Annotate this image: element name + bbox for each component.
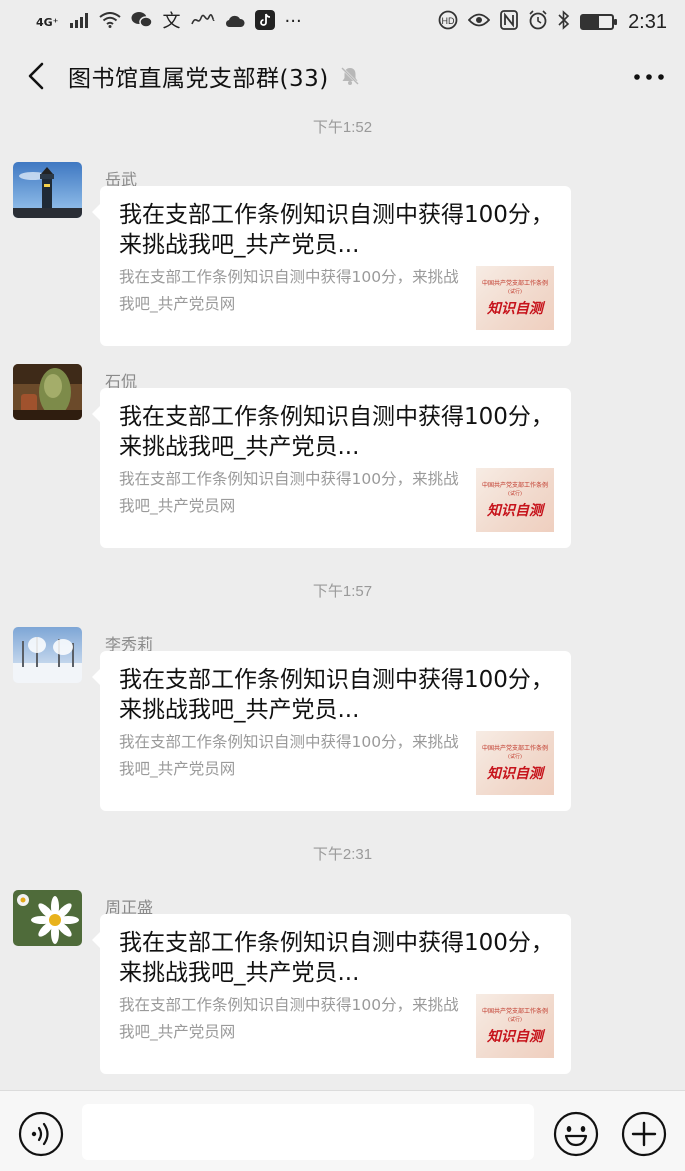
more-icon <box>634 74 664 80</box>
message-item: 周正盛 我在支部工作条例知识自测中获得100分，来挑战我吧_共产党员... 我在… <box>0 890 685 1080</box>
thumb-sub: (试行) <box>508 491 522 497</box>
thumb-heading: 中国共产党支部工作条例 <box>481 482 548 489</box>
plus-icon <box>621 1111 667 1157</box>
thumb-sub: (试行) <box>508 754 522 760</box>
link-thumbnail: 中国共产党支部工作条例 (试行) 知识自测 <box>476 266 554 330</box>
thumb-heading: 中国共产党支部工作条例 <box>481 280 548 287</box>
thumb-title: 知识自测 <box>487 301 543 317</box>
link-thumbnail: 中国共产党支部工作条例 (试行) 知识自测 <box>476 994 554 1058</box>
link-description: 我在支部工作条例知识自测中获得100分，来挑战我吧_共产党员网 <box>119 470 459 515</box>
svg-text:HD: HD <box>442 16 455 26</box>
more-button[interactable] <box>633 58 665 86</box>
thumb-title: 知识自测 <box>487 1029 543 1045</box>
thumb-heading: 中国共产党支部工作条例 <box>481 745 548 752</box>
signal-icon <box>69 12 89 32</box>
chat-header: 图书馆直属党支部群(33) <box>0 44 685 108</box>
timestamp: 下午1:57 <box>312 583 373 600</box>
cloud-icon <box>225 13 245 32</box>
emoji-icon <box>553 1111 599 1157</box>
link-title: 我在支部工作条例知识自测中获得100分，来挑战我吧_共产党员... <box>119 667 554 723</box>
status-right: HD 2:31 <box>438 10 667 34</box>
voice-button[interactable] <box>18 1111 64 1157</box>
avatar[interactable] <box>13 364 82 420</box>
link-description: 我在支部工作条例知识自测中获得100分，来挑战我吧_共产党员网 <box>119 996 459 1041</box>
app-icon: 文 <box>162 11 181 32</box>
timestamp: 下午1:52 <box>312 119 373 136</box>
tiktok-icon <box>254 10 275 34</box>
link-title: 我在支部工作条例知识自测中获得100分，来挑战我吧_共产党员... <box>119 202 554 258</box>
voice-icon <box>18 1111 64 1157</box>
eye-icon <box>467 12 491 32</box>
avatar[interactable] <box>13 627 82 683</box>
thumb-sub: (试行) <box>508 1017 522 1023</box>
nfc-icon <box>500 10 518 34</box>
status-bar: 4G⁺ 文 ··· HD 2:31 <box>0 0 685 44</box>
message-input[interactable] <box>82 1104 534 1160</box>
wechat-icon <box>131 11 153 33</box>
network-type: 4G⁺ <box>36 15 59 29</box>
link-title: 我在支部工作条例知识自测中获得100分，来挑战我吧_共产党员... <box>119 404 554 460</box>
link-thumbnail: 中国共产党支部工作条例 (试行) 知识自测 <box>476 731 554 795</box>
signature-icon <box>190 12 215 32</box>
status-left: 4G⁺ 文 ··· <box>36 10 302 34</box>
message-item: 李秀莉 我在支部工作条例知识自测中获得100分，来挑战我吧_共产党员... 我在… <box>0 627 685 817</box>
battery-level <box>582 16 599 28</box>
more-dots-icon: ··· <box>284 11 302 32</box>
message-list[interactable]: 下午1:52 岳武 我在支部工作条例知识自测中获得100分，来挑战我吧_共产党员… <box>0 108 685 1090</box>
more-functions-button[interactable] <box>621 1111 667 1157</box>
emoji-button[interactable] <box>553 1111 599 1157</box>
mute-bell-icon <box>339 65 361 87</box>
avatar[interactable] <box>13 162 82 218</box>
battery-icon <box>580 14 618 30</box>
link-title: 我在支部工作条例知识自测中获得100分，来挑战我吧_共产党员... <box>119 930 554 986</box>
link-description: 我在支部工作条例知识自测中获得100分，来挑战我吧_共产党员网 <box>119 733 459 778</box>
link-description: 我在支部工作条例知识自测中获得100分，来挑战我吧_共产党员网 <box>119 268 459 313</box>
link-card[interactable]: 我在支部工作条例知识自测中获得100分，来挑战我吧_共产党员... 我在支部工作… <box>92 914 571 1074</box>
back-icon <box>28 62 44 90</box>
link-card[interactable]: 我在支部工作条例知识自测中获得100分，来挑战我吧_共产党员... 我在支部工作… <box>92 388 571 548</box>
thumb-title: 知识自测 <box>487 503 543 519</box>
link-card[interactable]: 我在支部工作条例知识自测中获得100分，来挑战我吧_共产党员... 我在支部工作… <box>92 651 571 811</box>
message-item: 石侃 我在支部工作条例知识自测中获得100分，来挑战我吧_共产党员... 我在支… <box>0 364 685 554</box>
hd-call-icon: HD <box>438 10 458 34</box>
bluetooth-icon <box>558 10 570 34</box>
timestamp: 下午2:31 <box>312 846 373 863</box>
back-button[interactable] <box>20 56 52 96</box>
avatar[interactable] <box>13 890 82 946</box>
message-item: 岳武 我在支部工作条例知识自测中获得100分，来挑战我吧_共产党员... 我在支… <box>0 162 685 352</box>
thumb-sub: (试行) <box>508 289 522 295</box>
chat-title: 图书馆直属党支部群(33) <box>68 66 329 92</box>
link-thumbnail: 中国共产党支部工作条例 (试行) 知识自测 <box>476 468 554 532</box>
link-card[interactable]: 我在支部工作条例知识自测中获得100分，来挑战我吧_共产党员... 我在支部工作… <box>92 186 571 346</box>
clock: 2:31 <box>628 10 667 33</box>
wifi-icon <box>98 12 121 32</box>
thumb-heading: 中国共产党支部工作条例 <box>481 1008 548 1015</box>
thumb-title: 知识自测 <box>487 766 543 782</box>
input-bar <box>0 1090 685 1171</box>
alarm-icon <box>528 10 548 34</box>
